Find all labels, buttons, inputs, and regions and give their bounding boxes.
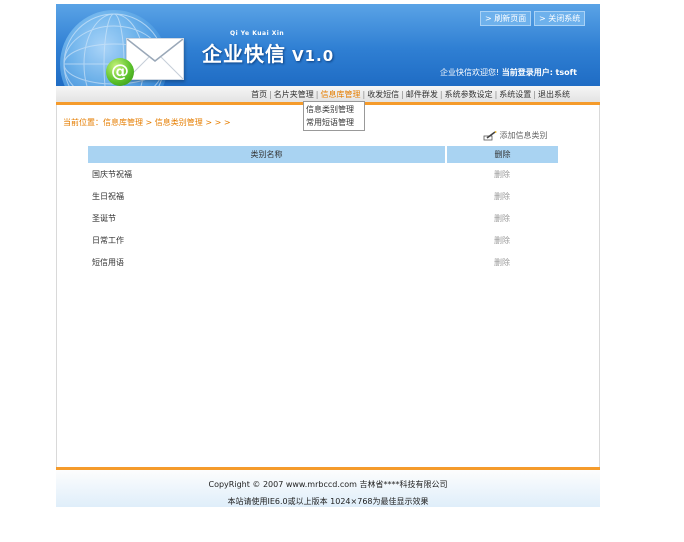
column-header-category-name: 类别名称 bbox=[88, 146, 447, 163]
browser-note: 本站请使用IE6.0或以上版本 1024×768为最佳显示效果 bbox=[227, 497, 429, 506]
nav-separator: | bbox=[269, 90, 272, 99]
logo-version: V1.0 bbox=[292, 47, 335, 65]
pencil-icon bbox=[483, 130, 497, 141]
footer: CopyRight © 2007 www.mrbccd.com 吉林省****科… bbox=[56, 467, 600, 507]
welcome-bar: 企业快信欢迎您! 当前登录用户: tsoft bbox=[440, 67, 577, 78]
nav-item-home[interactable]: 首页 bbox=[251, 90, 267, 99]
refresh-page-button[interactable]: > 刷新页面 bbox=[480, 11, 532, 26]
table-row: 圣诞节 删除 bbox=[88, 207, 558, 229]
nav-separator: | bbox=[315, 90, 319, 99]
nav-separator: | bbox=[439, 90, 443, 99]
envelope-icon bbox=[126, 38, 184, 80]
nav-item-info-library[interactable]: 信息库管理 bbox=[320, 90, 360, 99]
dropdown-item-phrase-management[interactable]: 常用短语管理 bbox=[306, 116, 362, 129]
column-header-delete: 删除 bbox=[446, 146, 558, 163]
nav-separator: | bbox=[533, 90, 536, 99]
category-name: 短信用语 bbox=[92, 257, 124, 267]
nav-item-sms[interactable]: 收发短信 bbox=[367, 90, 399, 99]
dropdown-item-category-management[interactable]: 信息类别管理 bbox=[306, 103, 362, 116]
delete-link[interactable]: 删除 bbox=[446, 207, 558, 229]
main-content: 当前位置：信息库管理 > 信息类别管理 > > > 添加信息类别 类别名称 删除 bbox=[56, 105, 600, 467]
close-system-button[interactable]: > 关闭系统 bbox=[534, 11, 586, 26]
nav-separator: | bbox=[401, 90, 404, 99]
info-library-dropdown: 信息类别管理 常用短语管理 bbox=[303, 101, 365, 131]
add-category-label: 添加信息类别 bbox=[499, 131, 548, 140]
table-row: 日常工作 删除 bbox=[88, 229, 558, 251]
category-name: 国庆节祝福 bbox=[92, 169, 132, 179]
app-frame: @ Qi Ye Kuai Xin 企业快信 V1.0 > 刷新页面 > 关闭系统 … bbox=[56, 4, 600, 507]
nav-separator: | bbox=[362, 90, 366, 99]
welcome-text: 企业快信欢迎您! bbox=[440, 68, 500, 77]
at-sign-icon: @ bbox=[106, 58, 134, 86]
user-label: 当前登录用户: bbox=[501, 68, 553, 77]
logo-title: 企业快信 bbox=[202, 42, 286, 66]
logo-pinyin: Qi Ye Kuai Xin bbox=[230, 30, 285, 37]
category-name: 圣诞节 bbox=[92, 213, 116, 223]
category-name: 日常工作 bbox=[92, 235, 124, 245]
table-header-row: 类别名称 删除 bbox=[88, 146, 558, 163]
nav-item-settings[interactable]: 系统设置 bbox=[499, 90, 531, 99]
copyright-text: CopyRight © 2007 www.mrbccd.com 吉林省****科… bbox=[208, 480, 448, 489]
add-category-link[interactable]: 添加信息类别 bbox=[483, 130, 548, 141]
category-table: 类别名称 删除 国庆节祝福 删除 生日祝福 删除 圣诞节 删除 日常工作 删除 … bbox=[88, 146, 558, 273]
table-row: 生日祝福 删除 bbox=[88, 185, 558, 207]
delete-link[interactable]: 删除 bbox=[446, 185, 558, 207]
nav-item-parameters[interactable]: 系统参数设定 bbox=[445, 90, 493, 99]
nav-separator: | bbox=[494, 90, 498, 99]
category-name: 生日祝福 bbox=[92, 191, 124, 201]
delete-link[interactable]: 删除 bbox=[446, 229, 558, 251]
delete-link[interactable]: 删除 bbox=[446, 251, 558, 273]
nav-item-cards[interactable]: 名片夹管理 bbox=[274, 90, 314, 99]
username: tsoft bbox=[555, 68, 577, 77]
delete-link[interactable]: 删除 bbox=[446, 163, 558, 185]
header-banner: @ Qi Ye Kuai Xin 企业快信 V1.0 > 刷新页面 > 关闭系统 … bbox=[56, 4, 600, 86]
nav-item-logout[interactable]: 退出系统 bbox=[538, 90, 570, 99]
breadcrumb: 当前位置：信息库管理 > 信息类别管理 > > > bbox=[63, 118, 231, 127]
nav-item-mass-email[interactable]: 邮件群发 bbox=[406, 90, 438, 99]
app-logo: 企业快信 V1.0 bbox=[202, 38, 334, 67]
table-row: 短信用语 删除 bbox=[88, 251, 558, 273]
table-row: 国庆节祝福 删除 bbox=[88, 163, 558, 185]
nav-items: 首页 | 名片夹管理 | 信息库管理 | 收发短信 | 邮件群发 | 系统参数设定 | 系统设置 | 退出系… bbox=[251, 89, 570, 100]
